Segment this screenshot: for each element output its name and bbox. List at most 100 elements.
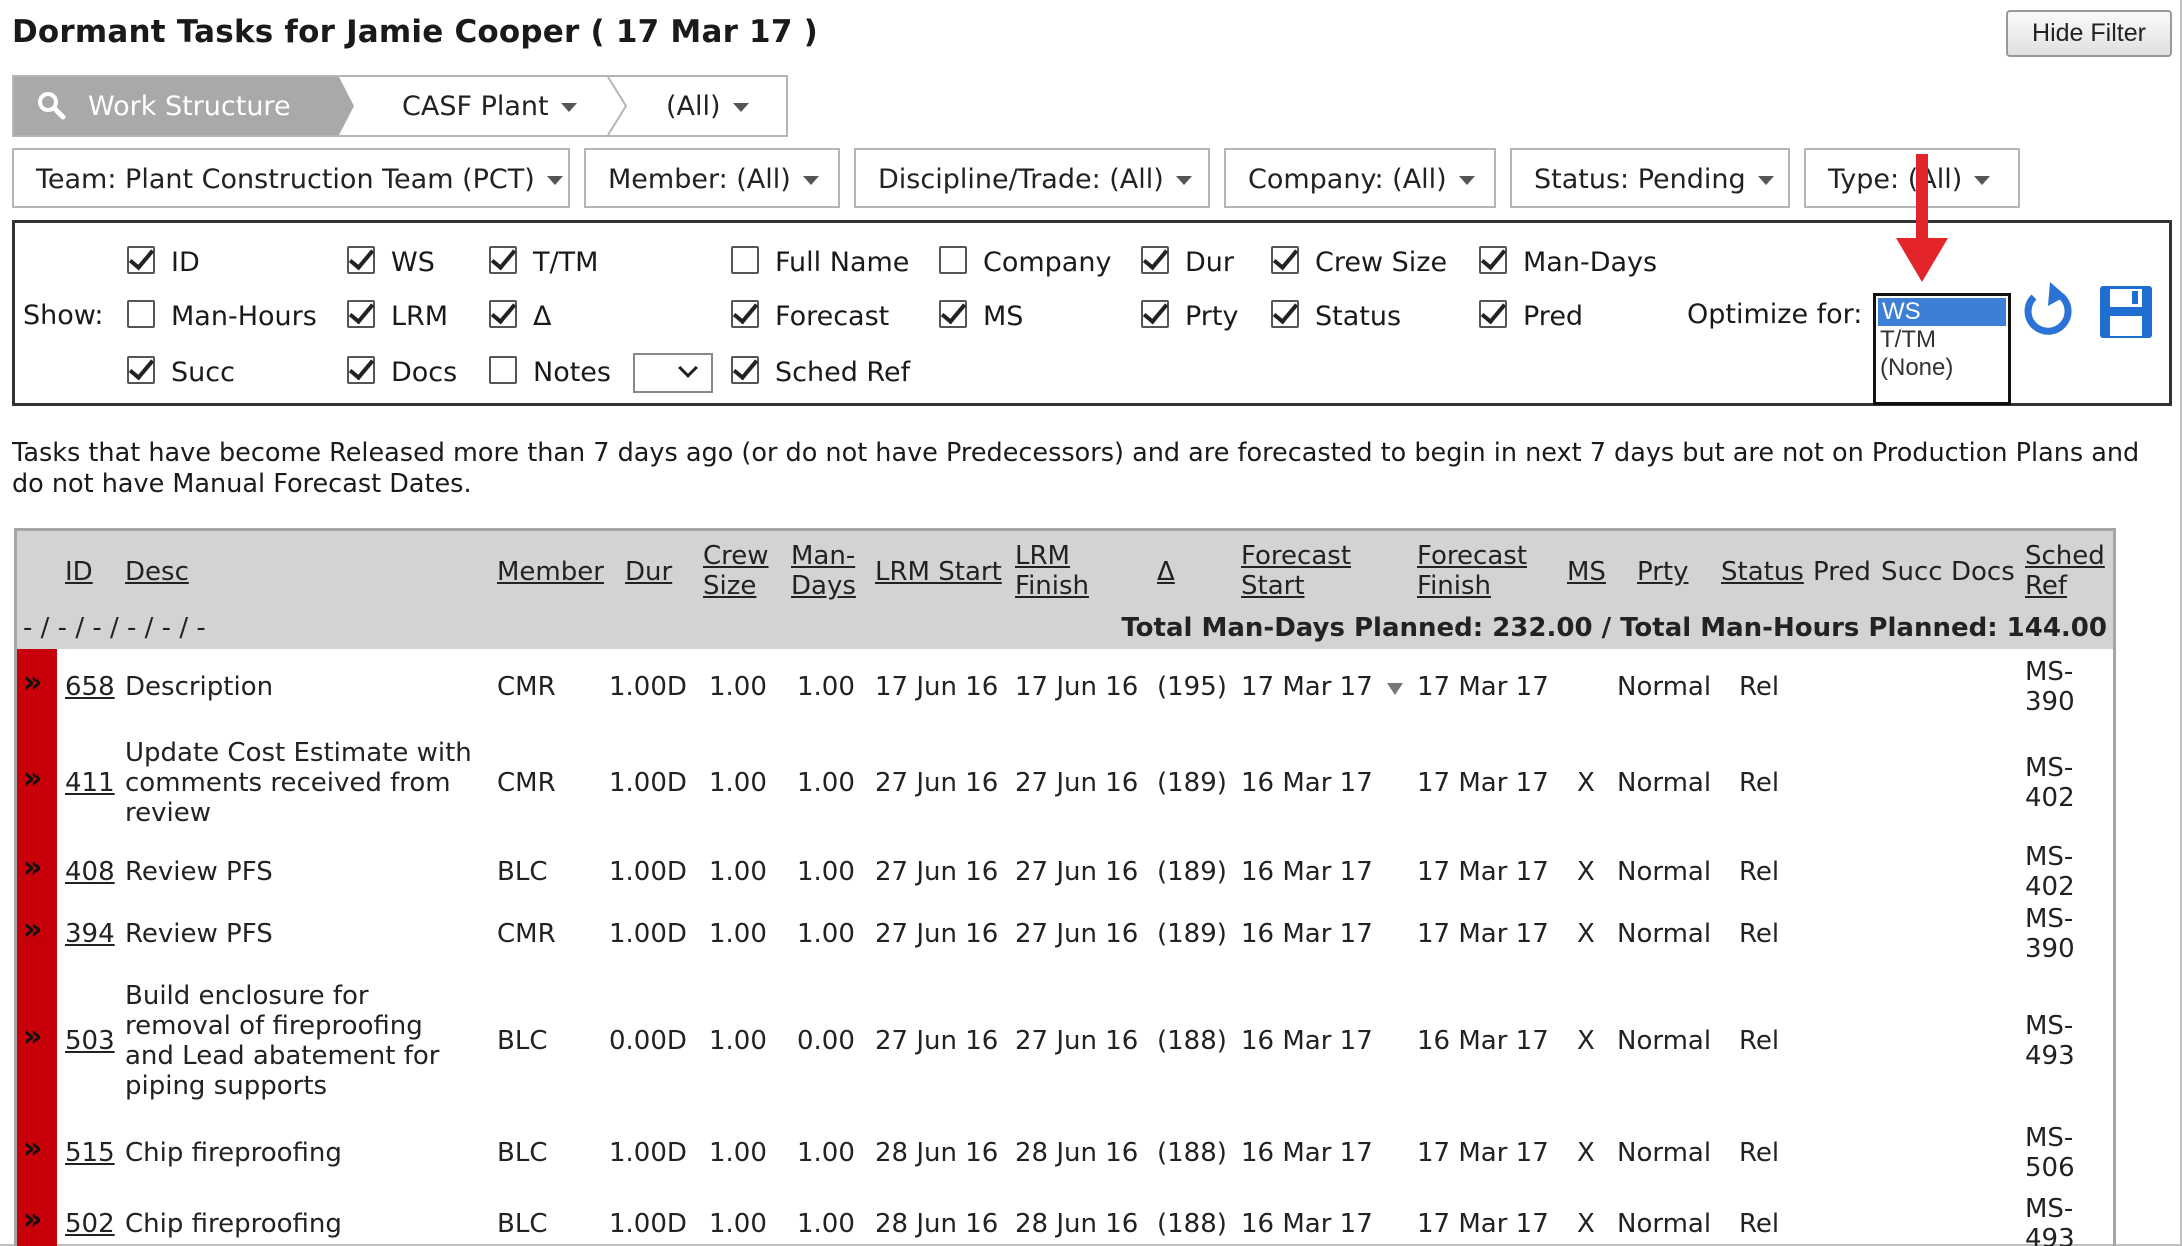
task-id-link[interactable]: 502 xyxy=(65,1209,115,1239)
refresh-icon[interactable] xyxy=(2020,280,2076,340)
double-chevron-right-icon[interactable]: » xyxy=(23,1131,43,1166)
col-dur-header[interactable]: Dur xyxy=(625,557,672,587)
task-lrm-finish: 28 Jun 16 xyxy=(1015,1209,1139,1239)
checkbox-box[interactable] xyxy=(127,356,155,384)
task-lrm-finish: 17 Jun 16 xyxy=(1015,672,1139,702)
checkbox-box[interactable] xyxy=(1479,246,1507,274)
task-forecast-start: 16 Mar 17 xyxy=(1241,1209,1373,1239)
task-sched-ref: MS- 493 xyxy=(2025,1011,2075,1071)
col-member-header[interactable]: Member xyxy=(497,557,604,587)
sched-ref-line: 390 xyxy=(2025,687,2075,717)
task-lrm-start: 28 Jun 16 xyxy=(875,1209,999,1239)
breadcrumb-separator xyxy=(607,77,628,135)
task-crew-size: 1.00 xyxy=(709,857,767,887)
task-man-days: 1.00 xyxy=(797,672,855,702)
forecast-start-dropdown-icon[interactable] xyxy=(1387,683,1403,695)
member-filter-dropdown[interactable]: Member: (All) xyxy=(584,148,840,208)
checkbox-box[interactable] xyxy=(1271,246,1299,274)
col-forecast-finish-header[interactable]: Forecast Finish xyxy=(1417,541,1527,601)
task-member: BLC xyxy=(497,1026,548,1056)
double-chevron-right-icon[interactable]: » xyxy=(23,1019,43,1054)
task-member: CMR xyxy=(497,672,556,702)
optimize-for-listbox[interactable]: WS T/TM (None) xyxy=(1873,293,2011,405)
checkbox-box[interactable] xyxy=(347,300,375,328)
double-chevron-right-icon[interactable]: » xyxy=(23,912,43,947)
checkbox-box[interactable] xyxy=(1141,300,1169,328)
double-chevron-right-icon[interactable]: » xyxy=(23,850,43,885)
discipline-filter-dropdown[interactable]: Discipline/Trade: (All) xyxy=(854,148,1210,208)
task-id-link[interactable]: 394 xyxy=(65,919,115,949)
task-member: CMR xyxy=(497,919,556,949)
checkbox-box[interactable] xyxy=(731,356,759,384)
company-filter-dropdown[interactable]: Company: (All) xyxy=(1224,148,1496,208)
checkbox-box[interactable] xyxy=(731,246,759,274)
row-indicator-bar: » xyxy=(17,965,57,1117)
task-status: Rel xyxy=(1739,1138,1780,1168)
notes-select[interactable] xyxy=(633,353,713,393)
task-delta: (189) xyxy=(1157,857,1227,887)
table-row: » 515 Chip fireproofing BLC 1.00D 1.00 1.00 28 … xyxy=(17,1117,2113,1189)
task-id-link[interactable]: 503 xyxy=(65,1026,115,1056)
grid-header: ID Desc Member Dur Crew Size Man- Days LRM… xyxy=(17,531,2113,649)
sched-ref-line: 506 xyxy=(2025,1153,2075,1183)
task-dur: 1.00D xyxy=(609,919,687,949)
save-icon[interactable] xyxy=(2098,284,2154,340)
checkbox-box[interactable] xyxy=(489,246,517,274)
checkbox-box[interactable] xyxy=(489,300,517,328)
task-id-link[interactable]: 658 xyxy=(65,672,115,702)
col-delta-header[interactable]: Δ xyxy=(1157,557,1175,587)
task-lrm-start: 27 Jun 16 xyxy=(875,857,999,887)
row-indicator-bar: » xyxy=(17,903,57,965)
hide-filter-button[interactable]: Hide Filter xyxy=(2006,10,2172,57)
double-chevron-right-icon[interactable]: » xyxy=(23,761,43,796)
optimize-option-ttm[interactable]: T/TM xyxy=(1876,326,2008,354)
task-id-link[interactable]: 411 xyxy=(65,768,115,798)
checkbox-box[interactable] xyxy=(127,246,155,274)
team-filter-dropdown[interactable]: Team: Plant Construction Team (PCT) xyxy=(12,148,570,208)
table-row: » 408 Review PFS BLC 1.00D 1.00 1.00 27 Jun 16 2… xyxy=(17,841,2113,903)
breadcrumb-plant[interactable]: CASF Plant xyxy=(402,91,577,122)
checkbox-box[interactable] xyxy=(731,300,759,328)
checkbox-box[interactable] xyxy=(347,356,375,384)
task-id-link[interactable]: 408 xyxy=(65,857,115,887)
checkbox-box[interactable] xyxy=(1479,300,1507,328)
col-desc-header[interactable]: Desc xyxy=(125,557,189,587)
col-forecast-start-header[interactable]: Forecast Start xyxy=(1241,541,1351,601)
col-man-days-header[interactable]: Man- Days xyxy=(791,541,856,601)
checkbox-box[interactable] xyxy=(489,356,517,384)
chevron-down-icon xyxy=(546,176,563,185)
optimize-option-ws[interactable]: WS xyxy=(1878,298,2006,326)
col-lrm-start-header[interactable]: LRM Start xyxy=(875,557,1002,587)
checkbox-box[interactable] xyxy=(939,300,967,328)
col-ms-header[interactable]: MS xyxy=(1567,557,1606,587)
checkbox-box[interactable] xyxy=(939,246,967,274)
status-filter-dropdown[interactable]: Status: Pending xyxy=(1510,148,1790,208)
double-chevron-right-icon[interactable]: » xyxy=(23,1202,43,1237)
checkbox-box[interactable] xyxy=(347,246,375,274)
chevron-down-icon xyxy=(1458,176,1475,185)
chevron-down-icon xyxy=(1974,176,1991,185)
grid-pager[interactable]: - / - / - / - / - / - xyxy=(23,613,206,643)
breadcrumb-work-structure[interactable]: Work Structure xyxy=(14,77,354,135)
task-forecast-finish: 17 Mar 17 xyxy=(1417,857,1549,887)
checkbox-box[interactable] xyxy=(127,300,155,328)
task-man-days: 1.00 xyxy=(797,1138,855,1168)
col-prty-header[interactable]: Prty xyxy=(1637,557,1689,587)
task-lrm-finish: 27 Jun 16 xyxy=(1015,919,1139,949)
task-prty: Normal xyxy=(1617,768,1712,798)
task-forecast-finish: 17 Mar 17 xyxy=(1417,768,1549,798)
col-sched-ref-header[interactable]: Sched Ref xyxy=(2025,541,2105,601)
task-id-link[interactable]: 515 xyxy=(65,1138,115,1168)
show-label: Show: xyxy=(23,300,104,331)
checkbox-box[interactable] xyxy=(1141,246,1169,274)
optimize-option-none[interactable]: (None) xyxy=(1876,354,2008,382)
col-lrm-finish-header[interactable]: LRM Finish xyxy=(1015,541,1089,601)
double-chevron-right-icon[interactable]: » xyxy=(23,665,43,700)
col-status-header[interactable]: Status xyxy=(1721,557,1804,587)
col-crew-size-header[interactable]: Crew Size xyxy=(703,541,769,601)
breadcrumb-all[interactable]: (All) xyxy=(666,91,749,122)
header-line: Ref xyxy=(2025,571,2068,601)
checkbox-box[interactable] xyxy=(1271,300,1299,328)
optimize-for-label: Optimize for: xyxy=(1687,299,1863,330)
col-id-header[interactable]: ID xyxy=(65,557,93,587)
